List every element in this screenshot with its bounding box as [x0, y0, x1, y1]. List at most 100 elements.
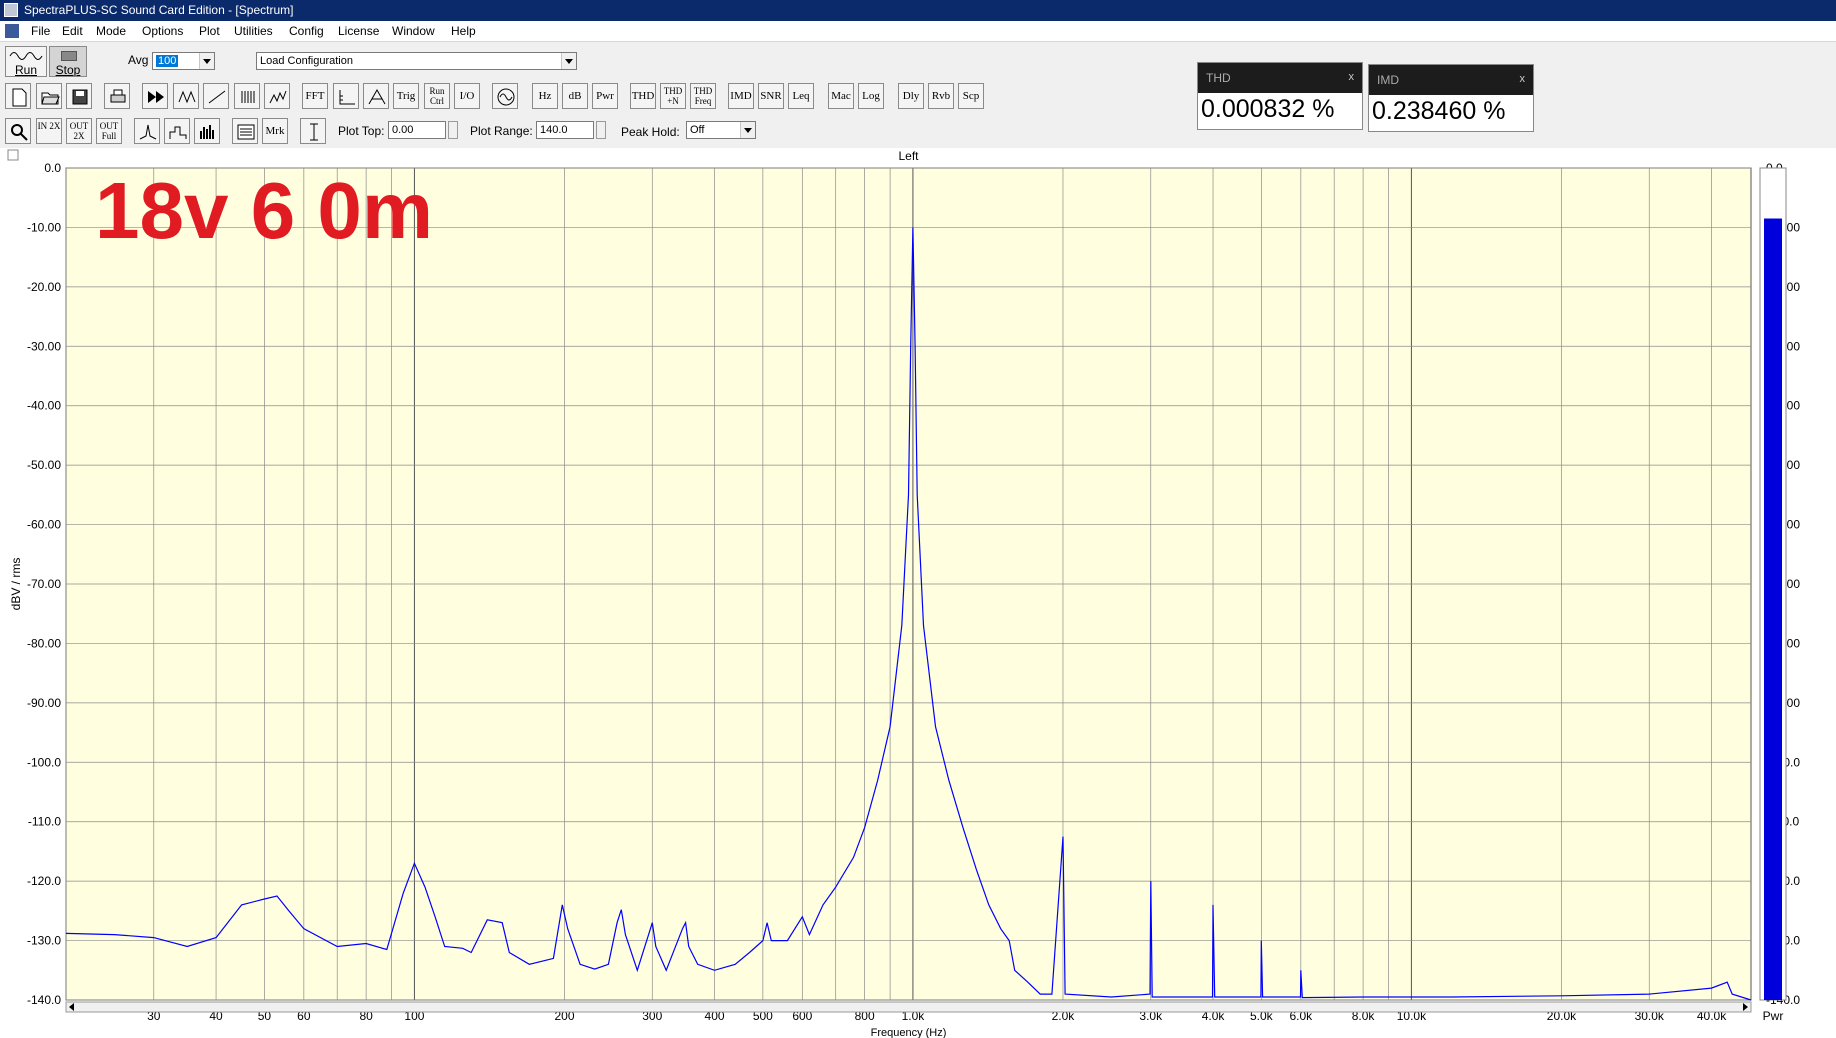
open-folder-icon	[41, 92, 60, 105]
trigger-button[interactable]	[363, 83, 389, 109]
y-tick-label: -100.0	[27, 755, 61, 769]
run-ctrl-button[interactable]: Run Ctrl	[424, 83, 450, 109]
y-tick-label: -30.00	[27, 339, 61, 353]
print-icon	[110, 89, 126, 103]
button-label: Pwr	[596, 90, 614, 102]
menu-file[interactable]: File	[31, 23, 50, 39]
plot-top-label: Plot Top:	[338, 124, 385, 138]
menu-edit[interactable]: Edit	[62, 23, 83, 39]
app-icon[interactable]	[4, 3, 18, 17]
plot-range-spinner[interactable]	[596, 121, 606, 139]
fft-button[interactable]: FFT	[302, 83, 328, 109]
menu-window[interactable]: Window	[392, 23, 435, 39]
open-folder-button[interactable]	[36, 83, 62, 109]
menu-mode[interactable]: Mode	[96, 23, 126, 39]
button-label: dB	[568, 90, 582, 102]
step-plot-icon	[169, 126, 187, 139]
dly-button[interactable]: Dly	[898, 83, 924, 109]
waveform-button[interactable]	[203, 83, 229, 109]
menu-config[interactable]: Config	[289, 23, 324, 39]
button-label: Hz	[538, 90, 552, 102]
menu-options[interactable]: Options	[142, 23, 183, 39]
button-label: THD +N	[663, 86, 683, 106]
y-tick-label: -140.0	[27, 993, 61, 1007]
fast-forward-button[interactable]	[142, 83, 168, 109]
trig-button[interactable]: Trig	[393, 83, 419, 109]
hz-button[interactable]: Hz	[532, 83, 558, 109]
db-button[interactable]: dB	[562, 83, 588, 109]
peak-hold-select[interactable]: Off	[686, 121, 756, 139]
chart-title: Left	[898, 149, 919, 163]
record-button[interactable]	[173, 83, 199, 109]
in-2x-button[interactable]: IN 2X	[36, 118, 62, 144]
leq-button[interactable]: Leq	[788, 83, 814, 109]
document-icon[interactable]	[5, 24, 19, 38]
spectrum-3d-button[interactable]	[264, 83, 290, 109]
new-file-icon	[12, 88, 27, 107]
y-tick-label: -120.0	[27, 874, 61, 888]
scale-button[interactable]	[333, 83, 359, 109]
save-icon	[72, 89, 88, 105]
plot-top-input[interactable]: 0.00	[388, 121, 446, 139]
menu-help[interactable]: Help	[451, 23, 476, 39]
list-icon	[237, 124, 255, 140]
snr-button[interactable]: SNR	[758, 83, 784, 109]
avg-select[interactable]: 100	[152, 52, 215, 70]
menu-license[interactable]: License	[338, 23, 379, 39]
rvb-button[interactable]: Rvb	[928, 83, 954, 109]
zoom-button[interactable]	[5, 118, 31, 144]
fast-forward-icon	[148, 91, 164, 103]
thd-n-button[interactable]: THD +N	[660, 83, 686, 109]
line-plot-button[interactable]	[134, 118, 160, 144]
bar-plot-icon	[200, 125, 214, 139]
out-2x-button[interactable]: OUT 2X	[66, 118, 92, 144]
thd-freq-button[interactable]: THD Freq	[690, 83, 716, 109]
imd-meter-title: IMD	[1377, 73, 1399, 87]
button-label: SNR	[760, 90, 782, 102]
button-label: Rvb	[931, 90, 951, 102]
scp-button[interactable]: Scp	[958, 83, 984, 109]
list-button[interactable]	[232, 118, 258, 144]
cursor-button[interactable]	[300, 118, 326, 144]
plot-top-spinner[interactable]	[448, 121, 458, 139]
plot-range-input[interactable]: 140.0	[536, 121, 594, 139]
new-file-button[interactable]	[5, 83, 31, 109]
generator-button[interactable]	[492, 83, 518, 109]
imd-button[interactable]: IMD	[728, 83, 754, 109]
y-tick-label: 0.0	[44, 161, 61, 175]
spectrum-plot[interactable]: 0.00.0-10.00-10.00-20.00-20.00-30.00-30.…	[0, 148, 1836, 1038]
out-full-button[interactable]: OUT Full	[96, 118, 122, 144]
chevron-down-icon[interactable]	[561, 53, 576, 69]
trigger-icon	[368, 88, 386, 105]
bar-plot-button[interactable]	[194, 118, 220, 144]
thd-meter[interactable]: THD x 0.000832 %	[1197, 62, 1363, 130]
close-icon[interactable]: x	[1349, 71, 1355, 83]
bars-button[interactable]	[234, 83, 260, 109]
button-label: IMD	[730, 90, 752, 102]
thd-button[interactable]: THD	[630, 83, 656, 109]
mac-button[interactable]: Mac	[828, 83, 854, 109]
save-button[interactable]	[66, 83, 92, 109]
step-plot-button[interactable]	[164, 118, 190, 144]
menu-bar: File Edit Mode Options Plot Utilities Co…	[0, 21, 1836, 42]
mrk-button[interactable]: Mrk	[262, 118, 288, 144]
collapse-icon[interactable]	[7, 149, 19, 161]
menu-utilities[interactable]: Utilities	[234, 23, 273, 39]
chevron-down-icon[interactable]	[740, 122, 755, 138]
y-tick-label: -40.00	[27, 399, 61, 413]
imd-meter[interactable]: IMD x 0.238460 %	[1368, 64, 1534, 132]
y-tick-label: -50.00	[27, 458, 61, 472]
horizontal-scrollbar[interactable]	[65, 1001, 1752, 1013]
pwr-button[interactable]: Pwr	[592, 83, 618, 109]
chevron-down-icon[interactable]	[199, 53, 214, 69]
configuration-select[interactable]: Load Configuration	[256, 52, 577, 70]
i-o-button[interactable]: I/O	[454, 83, 480, 109]
level-meter-label: Pwr	[1763, 1009, 1784, 1023]
menu-plot[interactable]: Plot	[199, 23, 220, 39]
close-icon[interactable]: x	[1520, 73, 1526, 85]
run-button[interactable]: Run	[5, 46, 47, 77]
print-button[interactable]	[104, 83, 130, 109]
stop-button[interactable]: Stop	[49, 46, 87, 77]
log-button[interactable]: Log	[858, 83, 884, 109]
level-meter-bar	[1764, 218, 1782, 1000]
